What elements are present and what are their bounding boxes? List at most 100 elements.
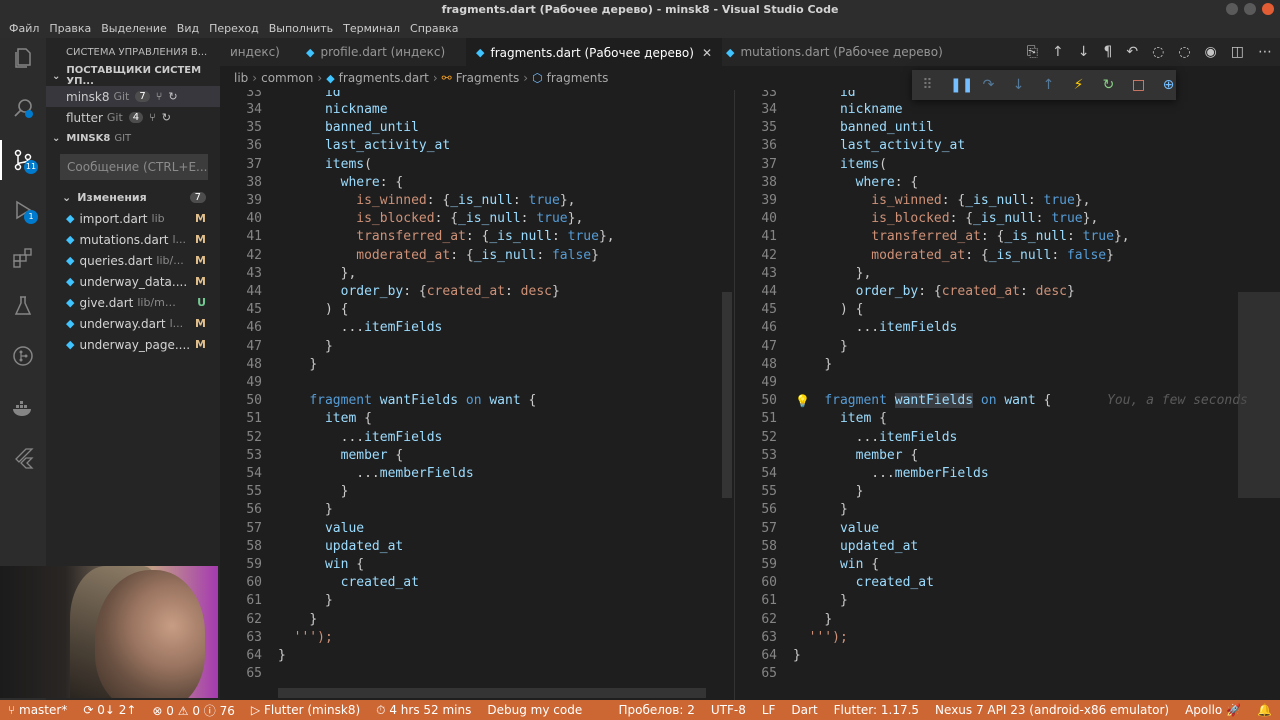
whitespace-icon[interactable]: ¶	[1103, 44, 1112, 60]
apollo-status[interactable]: Apollo 🚀	[1177, 703, 1249, 717]
changed-file-item[interactable]: ◆ queries.dart lib/... M	[46, 250, 220, 271]
menu-go[interactable]: Переход	[204, 22, 264, 35]
providers-section-title[interactable]: ⌄ ПОСТАВЩИКИ СИСТЕМ УП...	[46, 65, 220, 87]
branch-icon[interactable]: ⑂	[149, 111, 156, 124]
webcam-overlay	[0, 566, 218, 698]
repo-item-minsk8[interactable]: minsk8 Git 7 ⑂ ↻	[46, 86, 220, 107]
breadcrumb-item[interactable]: common	[261, 71, 313, 85]
changed-file-item[interactable]: ◆ mutations.dart l... M	[46, 229, 220, 250]
hot-reload-icon[interactable]: ⚡	[1071, 77, 1086, 93]
tab-fragments[interactable]: ◆ fragments.dart (Рабочее дерево) ✕	[466, 38, 722, 66]
encoding-status[interactable]: UTF-8	[703, 703, 754, 717]
repo-section-title[interactable]: ⌄ MINSK8 GIT	[46, 128, 220, 148]
inspect-widget-icon[interactable]: ⊕	[1161, 77, 1176, 93]
breadcrumb-item[interactable]: Fragments	[456, 71, 520, 85]
code-line: 41 transferred_at: {_is_null: true},	[761, 229, 1130, 244]
menu-file[interactable]: Файл	[4, 22, 44, 35]
close-icon[interactable]: ✕	[702, 46, 712, 60]
step-out-icon[interactable]: ↑	[1041, 77, 1056, 93]
revert-icon[interactable]: ↶	[1126, 44, 1138, 60]
drag-handle-icon[interactable]: ⠿	[920, 77, 935, 93]
commit-message-input[interactable]: Сообщение (CTRL+E...	[60, 154, 208, 180]
time-tracker-status[interactable]: ⏱ 4 hrs 52 mins	[368, 703, 479, 718]
close-window-button[interactable]	[1262, 3, 1274, 15]
breadcrumb-item[interactable]: lib	[234, 71, 248, 85]
code-line: 46 ...itemFields	[246, 320, 443, 335]
language-status[interactable]: Dart	[783, 703, 825, 717]
file-path: l...	[172, 233, 187, 246]
menu-run[interactable]: Выполнить	[264, 22, 338, 35]
eol-status[interactable]: LF	[754, 703, 784, 717]
changed-file-item[interactable]: ◆ underway_data.... M	[46, 271, 220, 292]
dart-file-icon: ◆	[726, 45, 735, 59]
testing-flask-icon[interactable]	[11, 294, 35, 318]
docker-icon[interactable]	[11, 396, 35, 420]
debug-mode-status[interactable]: Debug my code	[479, 703, 590, 717]
time-tracked: 4 hrs 52 mins	[389, 702, 472, 717]
refresh-icon[interactable]: ↻	[162, 111, 171, 124]
tab-mutations[interactable]: ◆ mutations.dart (Рабочее дерево)	[716, 38, 953, 66]
arrow-down-icon[interactable]: ↓	[1078, 44, 1090, 60]
code-line: 44 order_by: {created_at: desc}	[246, 284, 560, 299]
left-horizontal-scrollbar[interactable]	[278, 688, 706, 698]
next-change-icon[interactable]: ◌	[1178, 44, 1190, 60]
arrow-up-icon[interactable]: ↑	[1052, 44, 1064, 60]
changed-file-item[interactable]: ◆ import.dart lib M	[46, 208, 220, 229]
minimize-button[interactable]	[1226, 3, 1238, 15]
changed-file-item[interactable]: ◆ underway.dart l... M	[46, 313, 220, 334]
restart-icon[interactable]: ↻	[1101, 77, 1116, 93]
git-lens-icon[interactable]: ◉	[1205, 44, 1217, 60]
code-line: 38 where: {	[761, 175, 919, 190]
previous-change-icon[interactable]: ◌	[1152, 44, 1164, 60]
menu-terminal[interactable]: Терминал	[338, 22, 405, 35]
search-icon[interactable]	[11, 96, 35, 120]
split-editor-icon[interactable]: ◫	[1231, 44, 1244, 60]
editor-right-pane[interactable]: 33 id 34 nickname 35 banned_until 36 las…	[734, 90, 1280, 700]
breadcrumb-item[interactable]: fragments.dart	[339, 71, 429, 85]
tab-label: fragments.dart (Рабочее дерево)	[490, 45, 694, 60]
maximize-button[interactable]	[1244, 3, 1256, 15]
explorer-icon[interactable]	[11, 46, 35, 70]
repo-vcs: Git	[113, 90, 130, 103]
menu-help[interactable]: Справка	[405, 22, 463, 35]
breadcrumb-item[interactable]: fragments	[547, 71, 609, 85]
pause-icon[interactable]: ❚❚	[950, 77, 973, 93]
editor-left-pane[interactable]: 33 id 34 nickname 35 banned_until 36 las…	[220, 90, 734, 700]
open-file-icon[interactable]: ⎘	[1027, 44, 1038, 60]
indentation-status[interactable]: Пробелов: 2	[611, 703, 703, 717]
step-into-icon[interactable]: ↓	[1011, 77, 1026, 93]
tab-partial[interactable]: индекс)	[220, 38, 290, 66]
repo-item-flutter[interactable]: flutter Git 4 ⑂ ↻	[46, 107, 220, 128]
extensions-icon[interactable]	[11, 246, 35, 270]
stop-icon[interactable]: □	[1131, 77, 1146, 93]
left-scrollbar[interactable]	[722, 292, 732, 498]
notifications-icon[interactable]: 🔔	[1249, 703, 1280, 717]
more-actions-icon[interactable]: ⋯	[1258, 44, 1272, 60]
flutter-session-status[interactable]: ▷ Flutter (minsk8)	[243, 703, 368, 717]
refresh-icon[interactable]: ↻	[168, 90, 177, 103]
code-line: 50 fragment wantFields on want {	[246, 393, 537, 408]
branch-status[interactable]: ⑂ master*	[0, 703, 75, 717]
menu-edit[interactable]: Правка	[44, 22, 96, 35]
sync-status[interactable]: ⟳ 0↓ 2↑	[75, 703, 144, 717]
code-line: 35 banned_until	[246, 120, 419, 135]
changed-file-item[interactable]: ◆ underway_page.... M	[46, 334, 220, 355]
changes-group-header[interactable]: ⌄ Изменения 7	[46, 186, 220, 208]
git-graph-icon[interactable]	[11, 344, 35, 368]
problems-status[interactable]: ⊗ 0 ⚠ 0 ⓘ 76	[144, 702, 242, 719]
window-title: fragments.dart (Рабочее дерево) - minsk8…	[441, 2, 839, 16]
right-scrollbar[interactable]	[1238, 292, 1280, 498]
flutter-version-status[interactable]: Flutter: 1.17.5	[826, 703, 927, 717]
flutter-icon[interactable]	[11, 446, 35, 470]
code-line: 56 }	[246, 502, 333, 517]
step-over-icon[interactable]: ↷	[981, 77, 996, 93]
menu-selection[interactable]: Выделение	[96, 22, 172, 35]
device-status[interactable]: Nexus 7 API 23 (android-x86 emulator)	[927, 703, 1177, 717]
code-line: 39 is_winned: {_is_null: true},	[761, 193, 1091, 208]
changed-file-item[interactable]: ◆ give.dart lib/mod... U	[46, 292, 220, 313]
file-status: M	[195, 233, 206, 246]
dart-file-icon: ◆	[326, 71, 335, 85]
tab-profile[interactable]: ◆ profile.dart (индекс)	[296, 38, 455, 66]
branch-icon[interactable]: ⑂	[156, 90, 163, 103]
menu-view[interactable]: Вид	[172, 22, 204, 35]
